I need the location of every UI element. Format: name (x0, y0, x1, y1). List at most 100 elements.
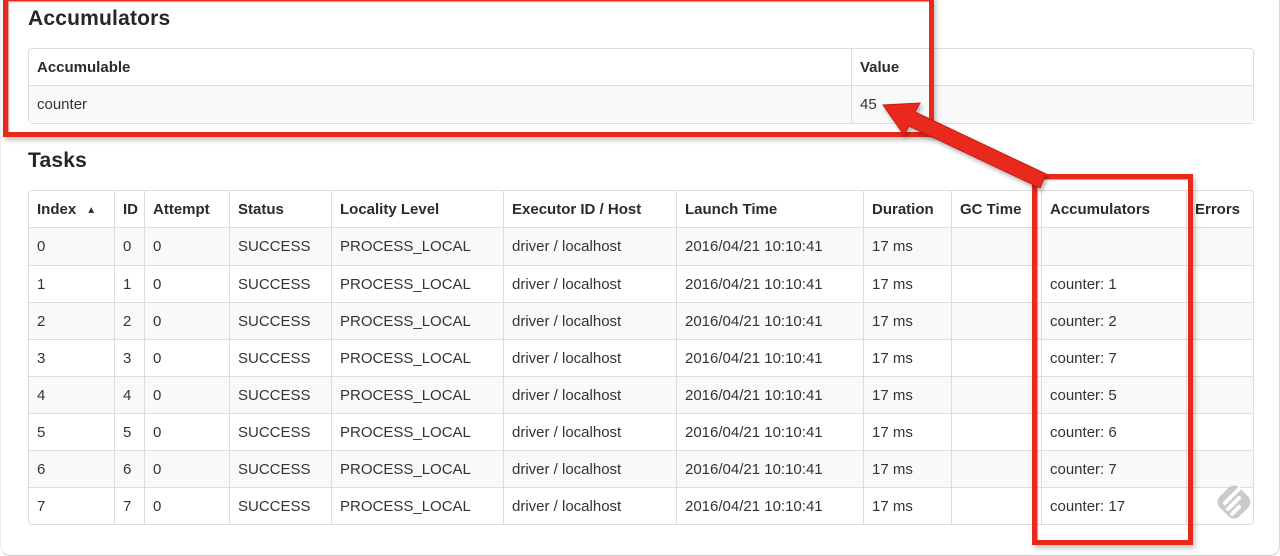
cell-duration: 17 ms (863, 228, 951, 265)
cell-duration: 17 ms (863, 450, 951, 487)
cell-executor-id-host: driver / localhost (503, 487, 676, 524)
cell-executor-id-host: driver / localhost (503, 376, 676, 413)
cell-errors (1186, 376, 1253, 413)
cell-launch-time: 2016/04/21 10:10:41 (676, 265, 863, 302)
cell-executor-id-host: driver / localhost (503, 450, 676, 487)
cell-gc-time (951, 413, 1041, 450)
cell-errors (1186, 228, 1253, 265)
cell-locality-level: PROCESS_LOCAL (331, 376, 503, 413)
cell-errors (1186, 487, 1253, 524)
cell-status: SUCCESS (229, 302, 331, 339)
accumulators-heading: Accumulators (28, 7, 171, 30)
cell-accumulators: counter: 17 (1041, 487, 1186, 524)
cell-executor-id-host: driver / localhost (503, 265, 676, 302)
cell-index: 3 (29, 339, 114, 376)
cell-id: 6 (114, 450, 144, 487)
cell-executor-id-host: driver / localhost (503, 228, 676, 265)
cell-id: 1 (114, 265, 144, 302)
table-row: 1 1 0 SUCCESS PROCESS_LOCAL driver / localhos… (29, 265, 1253, 302)
tasks-heading: Tasks (28, 149, 87, 172)
column-header-value[interactable]: Value (851, 49, 1253, 86)
cell-gc-time (951, 487, 1041, 524)
table-row: 6 6 0 SUCCESS PROCESS_LOCAL driver / localhos… (29, 450, 1253, 487)
cell-attempt: 0 (144, 376, 229, 413)
cell-accumulable: counter (29, 86, 851, 123)
cell-attempt: 0 (144, 339, 229, 376)
cell-launch-time: 2016/04/21 10:10:41 (676, 228, 863, 265)
cell-launch-time: 2016/04/21 10:10:41 (676, 302, 863, 339)
cell-accumulators: counter: 2 (1041, 302, 1186, 339)
column-header-launch-time[interactable]: Launch Time (676, 191, 863, 228)
cell-gc-time (951, 339, 1041, 376)
accumulators-table: Accumulable Value counter 45 (28, 48, 1254, 124)
cell-id: 0 (114, 228, 144, 265)
column-header-locality-level[interactable]: Locality Level (331, 191, 503, 228)
cell-launch-time: 2016/04/21 10:10:41 (676, 487, 863, 524)
cell-executor-id-host: driver / localhost (503, 302, 676, 339)
cell-index: 7 (29, 487, 114, 524)
cell-index: 2 (29, 302, 114, 339)
cell-id: 7 (114, 487, 144, 524)
table-row: 2 2 0 SUCCESS PROCESS_LOCAL driver / localhos… (29, 302, 1253, 339)
column-header-gc-time[interactable]: GC Time (951, 191, 1041, 228)
cell-duration: 17 ms (863, 265, 951, 302)
table-row: 0 0 0 SUCCESS PROCESS_LOCAL driver / localhos… (29, 228, 1253, 265)
table-row: 4 4 0 SUCCESS PROCESS_LOCAL driver / localhos… (29, 376, 1253, 413)
cell-id: 4 (114, 376, 144, 413)
cell-index: 6 (29, 450, 114, 487)
cell-attempt: 0 (144, 265, 229, 302)
cell-id: 5 (114, 413, 144, 450)
cell-gc-time (951, 265, 1041, 302)
cell-launch-time: 2016/04/21 10:10:41 (676, 450, 863, 487)
column-header-executor-id-host[interactable]: Executor ID / Host (503, 191, 676, 228)
column-header-id[interactable]: ID (114, 191, 144, 228)
cell-locality-level: PROCESS_LOCAL (331, 487, 503, 524)
cell-accumulators: counter: 1 (1041, 265, 1186, 302)
cell-locality-level: PROCESS_LOCAL (331, 302, 503, 339)
cell-duration: 17 ms (863, 339, 951, 376)
cell-duration: 17 ms (863, 376, 951, 413)
column-header-errors[interactable]: Errors (1186, 191, 1253, 228)
cell-errors (1186, 339, 1253, 376)
cell-duration: 17 ms (863, 413, 951, 450)
column-header-duration[interactable]: Duration (863, 191, 951, 228)
cell-launch-time: 2016/04/21 10:10:41 (676, 376, 863, 413)
cell-launch-time: 2016/04/21 10:10:41 (676, 339, 863, 376)
column-header-attempt[interactable]: Attempt (144, 191, 229, 228)
tasks-table: Index ▲ ID Attempt Status Locality Level … (28, 190, 1254, 525)
cell-value: 45 (851, 86, 1253, 123)
cell-id: 2 (114, 302, 144, 339)
cell-locality-level: PROCESS_LOCAL (331, 450, 503, 487)
table-row: 5 5 0 SUCCESS PROCESS_LOCAL driver / localhos… (29, 413, 1253, 450)
table-row: 7 7 0 SUCCESS PROCESS_LOCAL driver / localhos… (29, 487, 1253, 524)
cell-gc-time (951, 376, 1041, 413)
cell-accumulators: counter: 5 (1041, 376, 1186, 413)
table-header-row: Index ▲ ID Attempt Status Locality Level … (29, 191, 1253, 228)
cell-index: 1 (29, 265, 114, 302)
table-row: 3 3 0 SUCCESS PROCESS_LOCAL driver / localhos… (29, 339, 1253, 376)
cell-locality-level: PROCESS_LOCAL (331, 339, 503, 376)
cell-duration: 17 ms (863, 487, 951, 524)
column-header-index[interactable]: Index ▲ (29, 191, 114, 228)
cell-locality-level: PROCESS_LOCAL (331, 265, 503, 302)
cell-executor-id-host: driver / localhost (503, 339, 676, 376)
cell-status: SUCCESS (229, 265, 331, 302)
cell-status: SUCCESS (229, 339, 331, 376)
cell-gc-time (951, 228, 1041, 265)
cell-index: 0 (29, 228, 114, 265)
cell-errors (1186, 450, 1253, 487)
cell-index: 4 (29, 376, 114, 413)
cell-accumulators (1041, 228, 1186, 265)
sort-ascending-icon: ▲ (86, 204, 97, 216)
column-header-status[interactable]: Status (229, 191, 331, 228)
table-header-row: Accumulable Value (29, 49, 1253, 86)
cell-accumulators: counter: 7 (1041, 339, 1186, 376)
cell-gc-time (951, 302, 1041, 339)
column-header-accumulable[interactable]: Accumulable (29, 49, 851, 86)
cell-status: SUCCESS (229, 376, 331, 413)
cell-attempt: 0 (144, 413, 229, 450)
cell-executor-id-host: driver / localhost (503, 413, 676, 450)
cell-index: 5 (29, 413, 114, 450)
cell-errors (1186, 265, 1253, 302)
column-header-accumulators[interactable]: Accumulators (1041, 191, 1186, 228)
